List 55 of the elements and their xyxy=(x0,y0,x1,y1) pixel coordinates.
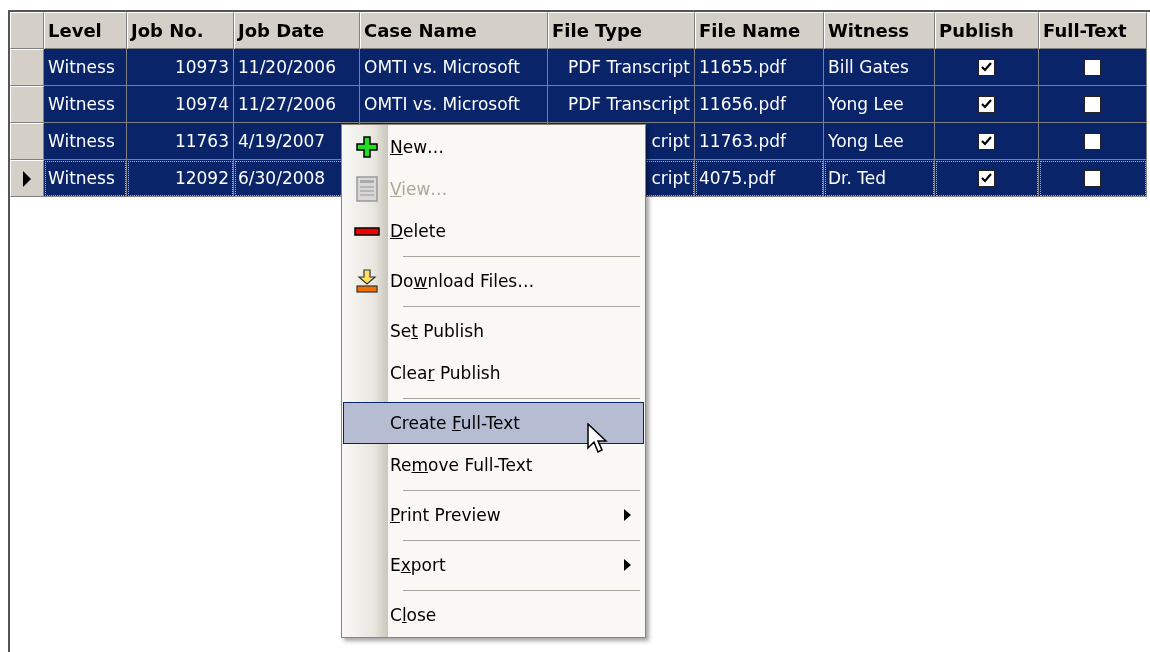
menu-item[interactable]: Close xyxy=(343,594,644,636)
table-cell: Bill Gates xyxy=(824,49,935,86)
plus-icon xyxy=(356,136,378,158)
menu-item[interactable]: Set Publish xyxy=(343,310,644,352)
column-header[interactable]: Full-Text xyxy=(1039,12,1147,49)
checkbox[interactable] xyxy=(978,95,995,113)
table-cell: 11763 xyxy=(127,123,234,160)
table-cell: 11655.pdf xyxy=(695,49,824,86)
list-document-icon xyxy=(356,176,378,202)
table-cell: Witness xyxy=(44,86,127,123)
checkbox[interactable] xyxy=(1084,169,1101,187)
table-cell: 12092 xyxy=(127,160,234,197)
table-cell: 11/20/2006 xyxy=(234,49,360,86)
checkbox[interactable] xyxy=(1084,58,1101,76)
table-cell: 10973 xyxy=(127,49,234,86)
row-header[interactable] xyxy=(10,160,44,197)
checkbox[interactable] xyxy=(978,58,995,76)
column-header[interactable]: Witness xyxy=(824,12,935,49)
checkbox[interactable] xyxy=(978,132,995,150)
download-icon xyxy=(356,269,378,293)
column-header[interactable]: Publish xyxy=(935,12,1039,49)
table-cell: 11763.pdf xyxy=(695,123,824,160)
column-header[interactable]: Job Date xyxy=(234,12,360,49)
column-header[interactable]: Job No. xyxy=(127,12,234,49)
menu-item[interactable]: Remove Full-Text xyxy=(343,444,644,486)
menu-item[interactable]: Print Preview xyxy=(343,494,644,536)
table-cell: Witness xyxy=(44,123,127,160)
table-cell: Witness xyxy=(44,160,127,197)
table-cell: Yong Lee xyxy=(824,86,935,123)
menu-item[interactable]: Download Files… xyxy=(343,260,644,302)
column-header[interactable]: Case Name xyxy=(360,12,548,49)
table-cell: OMTI vs. Microsoft xyxy=(360,49,548,86)
checkbox[interactable] xyxy=(1084,95,1101,113)
table-cell: 11/27/2006 xyxy=(234,86,360,123)
current-row-arrow-icon xyxy=(22,170,32,187)
table-cell: 11656.pdf xyxy=(695,86,824,123)
table-cell: PDF Transcript xyxy=(548,49,695,86)
menu-item[interactable]: Delete xyxy=(343,210,644,252)
submenu-arrow-icon xyxy=(624,509,631,521)
checkbox[interactable] xyxy=(978,169,995,187)
table-cell: Yong Lee xyxy=(824,123,935,160)
column-header[interactable]: Level xyxy=(44,12,127,49)
column-header[interactable]: File Name xyxy=(695,12,824,49)
column-header[interactable]: File Type xyxy=(548,12,695,49)
table-cell: OMTI vs. Microsoft xyxy=(360,86,548,123)
checkbox[interactable] xyxy=(1084,132,1101,150)
table-cell: Witness xyxy=(44,49,127,86)
table-cell: PDF Transcript xyxy=(548,86,695,123)
minus-icon xyxy=(354,226,380,236)
table-cell: 4075.pdf xyxy=(695,160,824,197)
menu-item[interactable]: Export xyxy=(343,544,644,586)
table-cell: 10974 xyxy=(127,86,234,123)
submenu-arrow-icon xyxy=(624,559,631,571)
menu-item[interactable]: Clear Publish xyxy=(343,352,644,394)
table-cell: Dr. Ted xyxy=(824,160,935,197)
